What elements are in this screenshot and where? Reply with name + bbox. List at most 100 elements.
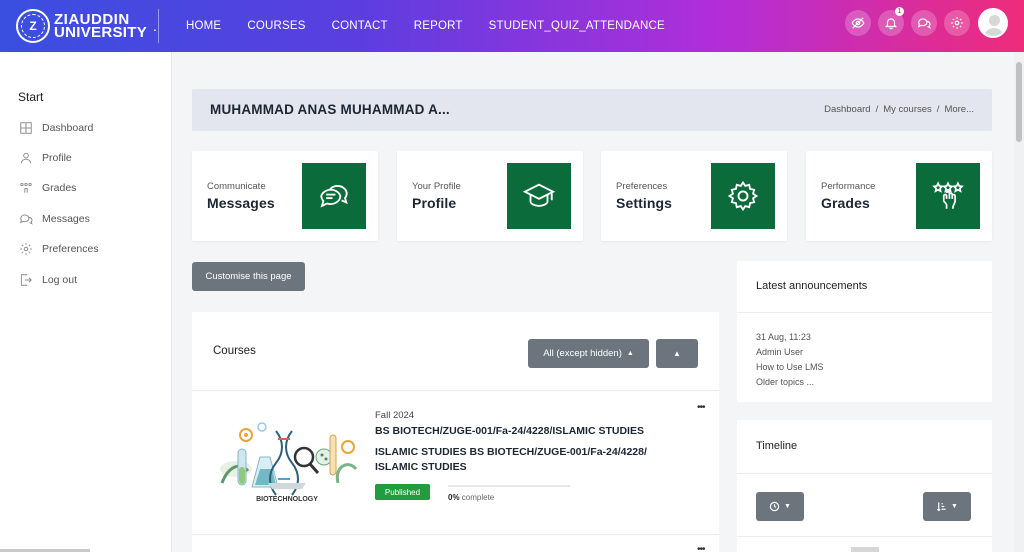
quick-card-messages[interactable]: Communicate Messages: [192, 151, 378, 241]
sidebar-item-label: Preferences: [42, 243, 99, 255]
page-title: MUHAMMAD ANAS MUHAMMAD A...: [210, 102, 450, 117]
course-image-biotechnology[interactable]: BIOTECHNOLOGY: [212, 417, 362, 509]
nav-actions: 1: [838, 7, 1008, 38]
quick-card-title: Settings: [616, 195, 673, 211]
course-progress-text: 0% complete: [448, 493, 494, 502]
profile-icon: [18, 151, 34, 165]
announcement-author: Admin User: [756, 347, 804, 357]
sidebar-item-label: Log out: [42, 274, 78, 286]
course-filter-dropdown[interactable]: All (except hidden) ▲: [528, 339, 649, 368]
university-seal-icon: Z: [16, 9, 50, 43]
sidebar-item-dashboard[interactable]: Dashboard: [18, 121, 93, 135]
courses-panel: Courses All (except hidden) ▲ ▲ ••• BIOT…: [192, 312, 719, 552]
quick-card-grades[interactable]: Performance Grades: [806, 151, 992, 241]
nav-link-student-quiz-attendance[interactable]: STUDENT_QUIZ_ATTENDANCE: [476, 20, 678, 32]
quick-card-profile[interactable]: Your Profile Profile: [397, 151, 583, 241]
quick-card-settings[interactable]: Preferences Settings: [601, 151, 787, 241]
quick-card-title: Profile: [412, 195, 457, 211]
quick-card-subtitle: Preferences: [616, 181, 668, 192]
course-progress-value: 0%: [448, 493, 460, 502]
quick-card-title: Messages: [207, 195, 275, 211]
university-logo[interactable]: Z ZIAUDDIN UNIVERSITY .: [0, 0, 158, 52]
timeline-title: Timeline: [756, 440, 798, 452]
nav-link-report[interactable]: REPORT: [401, 20, 476, 32]
course-sort-dropdown[interactable]: ▲: [656, 339, 698, 368]
divider: [737, 312, 992, 313]
sidebar-item-profile[interactable]: Profile: [18, 151, 72, 165]
divider: [737, 473, 992, 474]
scrollbar-thumb[interactable]: [1016, 62, 1022, 142]
quick-card-title: Grades: [821, 195, 870, 211]
logo-dot: .: [153, 18, 157, 34]
sidebar-title: Start: [18, 90, 44, 104]
older-topics-link[interactable]: Older topics ...: [756, 377, 814, 387]
course-progress-suffix: complete: [459, 493, 495, 502]
sidebar-item-label: Dashboard: [42, 122, 94, 134]
announcement-date: 31 Aug, 11:23: [756, 332, 811, 342]
timeline-sort-dropdown[interactable]: ▼: [923, 492, 971, 521]
course-image-caption: BIOTECHNOLOGY: [256, 496, 318, 503]
divider: [192, 390, 719, 391]
course-short-name[interactable]: BS BIOTECH/ZUGE-001/Fa-24/4228/ISLAMIC S…: [375, 425, 705, 437]
nav-link-home[interactable]: HOME: [173, 20, 234, 32]
course-progress-bar: [448, 485, 570, 487]
sidebar-item-grades[interactable]: Grades: [18, 181, 76, 195]
timeline-loading-placeholder: [851, 547, 879, 552]
quick-card-subtitle: Your Profile: [412, 181, 461, 192]
customise-page-button[interactable]: Customise this page: [192, 262, 305, 291]
logout-icon: [18, 273, 34, 287]
courses-title: Courses: [213, 345, 256, 357]
announcements-panel: Latest announcements 31 Aug, 11:23 Admin…: [737, 261, 992, 402]
breadcrumb: Dashboard / My courses / More...: [824, 104, 974, 115]
graduation-cap-icon: [507, 163, 571, 229]
sidebar-item-label: Messages: [42, 213, 90, 225]
gear-icon: [711, 163, 775, 229]
sidebar-item-logout[interactable]: Log out: [18, 273, 77, 287]
messages-icon: [18, 212, 34, 226]
divider: [737, 536, 992, 537]
course-term: Fall 2024: [375, 410, 415, 421]
preferences-icon: [18, 242, 34, 256]
chat-bubbles-icon: [302, 163, 366, 229]
settings-gear-icon[interactable]: [944, 10, 970, 36]
nav-divider: [158, 9, 159, 43]
grades-icon: [18, 181, 34, 195]
course-full-name[interactable]: ISLAMIC STUDIES BS BIOTECH/ZUGE-001/Fa-2…: [375, 445, 685, 475]
vertical-scrollbar[interactable]: [1014, 52, 1024, 552]
divider: [192, 534, 719, 535]
sidebar-item-label: Profile: [42, 152, 72, 164]
breadcrumb-dashboard[interactable]: Dashboard: [824, 104, 870, 115]
nav-link-courses[interactable]: COURSES: [234, 20, 318, 32]
page-header: MUHAMMAD ANAS MUHAMMAD A... Dashboard / My…: [192, 89, 992, 131]
caret-up-icon: ▲: [626, 350, 634, 357]
notifications-bell-icon[interactable]: 1: [878, 7, 904, 36]
announcement-subject[interactable]: How to Use LMS: [756, 362, 824, 372]
top-navbar: Z ZIAUDDIN UNIVERSITY . HOME COURSES CON…: [0, 0, 1024, 52]
quick-card-subtitle: Performance: [821, 181, 876, 192]
course-menu-icon[interactable]: •••: [697, 544, 705, 552]
sidebar: Start Dashboard Profile Grades Messages …: [0, 52, 172, 552]
chat-icon[interactable]: [911, 10, 937, 36]
nav-link-contact[interactable]: CONTACT: [319, 20, 401, 32]
user-avatar[interactable]: [978, 8, 1008, 38]
course-filter-label: All (except hidden): [543, 348, 622, 359]
caret-down-icon: ▼: [951, 503, 958, 510]
timeline-panel: Timeline ▼ ▼: [737, 420, 992, 552]
caret-up-icon: ▲: [673, 349, 681, 358]
notification-count-badge: 1: [895, 7, 904, 16]
breadcrumb-more[interactable]: More...: [944, 104, 974, 115]
caret-down-icon: ▼: [784, 503, 791, 510]
sort-amount-icon: [937, 502, 946, 512]
timeline-filter-dropdown[interactable]: ▼: [756, 492, 804, 521]
quick-card-subtitle: Communicate: [207, 181, 266, 192]
breadcrumb-my-courses[interactable]: My courses: [883, 104, 932, 115]
eye-slash-icon[interactable]: [845, 10, 871, 36]
announcements-title: Latest announcements: [756, 280, 868, 292]
sidebar-item-messages[interactable]: Messages: [18, 212, 90, 226]
sidebar-item-preferences[interactable]: Preferences: [18, 242, 99, 256]
published-badge: Published: [375, 484, 430, 500]
sidebar-item-label: Grades: [42, 182, 77, 194]
logo-line-2: UNIVERSITY: [54, 24, 148, 41]
course-menu-icon[interactable]: •••: [697, 402, 705, 413]
stars-hand-icon: [916, 163, 980, 229]
